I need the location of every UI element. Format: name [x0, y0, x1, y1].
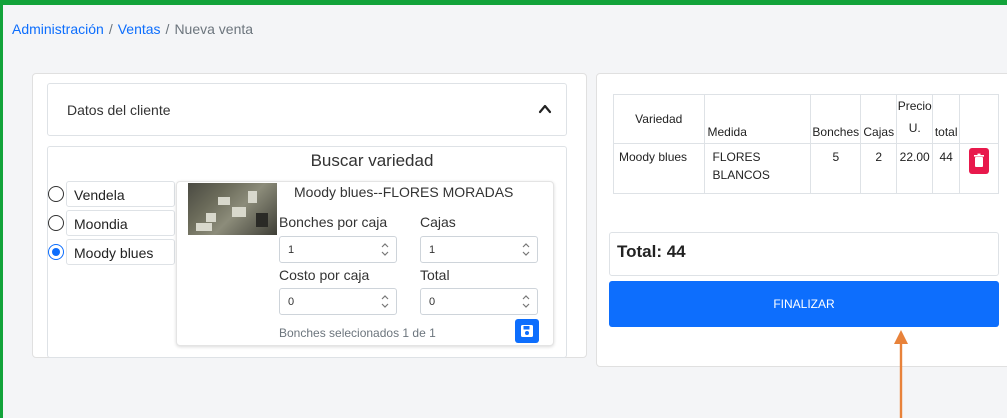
- radio-button[interactable]: [48, 186, 64, 202]
- total-value: 0: [429, 296, 436, 308]
- variety-detail-card: Moody blues--FLORES MORADAS Bonches por …: [176, 181, 554, 346]
- accordion-title: Datos del cliente: [67, 102, 171, 118]
- cell-actions: [959, 143, 999, 194]
- total-label: Total: [420, 267, 450, 283]
- costo-por-caja-value: 0: [288, 296, 295, 308]
- sale-form-card: Datos del cliente Buscar variedad Vendel…: [32, 73, 587, 358]
- delete-row-button[interactable]: [969, 148, 990, 174]
- cell-medida: FLORES BLANCOS: [703, 143, 812, 194]
- annotation-arrow-icon: [894, 330, 908, 418]
- column-header-precio: Precio U.: [896, 94, 934, 144]
- column-header-variedad: Variedad: [613, 94, 705, 144]
- column-header-actions: [959, 94, 999, 144]
- radio-button-selected[interactable]: [48, 244, 64, 260]
- variety-search-panel: Buscar variedad Vendela Moondia Moody bl…: [47, 146, 567, 358]
- variety-option-label: Vendela: [66, 181, 175, 207]
- column-header-total: total: [932, 94, 961, 144]
- cell-cajas: 2: [860, 143, 898, 194]
- trash-icon: [974, 153, 985, 167]
- breadcrumb-current: Nueva venta: [174, 21, 254, 37]
- total-input[interactable]: 0: [420, 288, 538, 315]
- column-header-bonches: Bonches: [810, 94, 862, 144]
- save-button[interactable]: [515, 319, 539, 343]
- order-items-table: Variedad Medida Bonches Cajas Precio U. …: [613, 94, 999, 194]
- client-data-accordion-header[interactable]: Datos del cliente: [47, 83, 567, 136]
- breadcrumb: Administración / Ventas / Nueva venta: [3, 5, 1007, 53]
- cajas-value: 1: [429, 244, 436, 256]
- cell-precio: 22.00: [896, 143, 934, 194]
- stepper-icon[interactable]: [521, 241, 531, 258]
- breadcrumb-separator: /: [108, 21, 113, 37]
- bonches-selected-note: Bonches selecionados 1 de 1: [279, 326, 436, 340]
- cajas-input[interactable]: 1: [420, 236, 538, 263]
- chevron-up-icon: [538, 104, 552, 114]
- column-header-cajas: Cajas: [860, 94, 898, 144]
- variety-detail-title: Moody blues--FLORES MORADAS: [294, 184, 514, 200]
- search-title: Buscar variedad: [310, 151, 434, 170]
- column-header-medida: Medida: [703, 94, 812, 144]
- variety-option-label: Moondia: [66, 210, 175, 236]
- bonches-por-caja-input[interactable]: 1: [279, 236, 397, 263]
- bonches-por-caja-value: 1: [288, 244, 295, 256]
- stepper-icon[interactable]: [380, 293, 390, 310]
- finalizar-button[interactable]: FINALIZAR: [609, 281, 999, 327]
- costo-por-caja-input[interactable]: 0: [279, 288, 397, 315]
- stepper-icon[interactable]: [521, 293, 531, 310]
- cajas-label: Cajas: [420, 214, 456, 230]
- stepper-icon[interactable]: [380, 241, 390, 258]
- radio-button[interactable]: [48, 215, 64, 231]
- costo-por-caja-label: Costo por caja: [279, 267, 370, 283]
- table-row: Moody blues FLORES BLANCOS 5 2 22.00 44: [613, 143, 999, 194]
- variety-option-label: Moody blues: [66, 239, 175, 265]
- cell-variedad: Moody blues: [613, 143, 705, 194]
- cell-total: 44: [932, 143, 961, 194]
- order-total: Total: 44: [609, 232, 999, 276]
- table-header-row: Variedad Medida Bonches Cajas Precio U. …: [613, 94, 999, 144]
- breadcrumb-link-administracion[interactable]: Administración: [12, 21, 104, 37]
- variety-thumbnail: [188, 183, 277, 235]
- save-icon: [521, 325, 533, 337]
- bonches-por-caja-label: Bonches por caja: [279, 214, 388, 230]
- main-content: Datos del cliente Buscar variedad Vendel…: [3, 53, 1007, 418]
- breadcrumb-separator: /: [165, 21, 170, 37]
- breadcrumb-link-ventas[interactable]: Ventas: [118, 21, 161, 37]
- cell-bonches: 5: [810, 143, 862, 194]
- order-summary-card: Variedad Medida Bonches Cajas Precio U. …: [596, 73, 1007, 367]
